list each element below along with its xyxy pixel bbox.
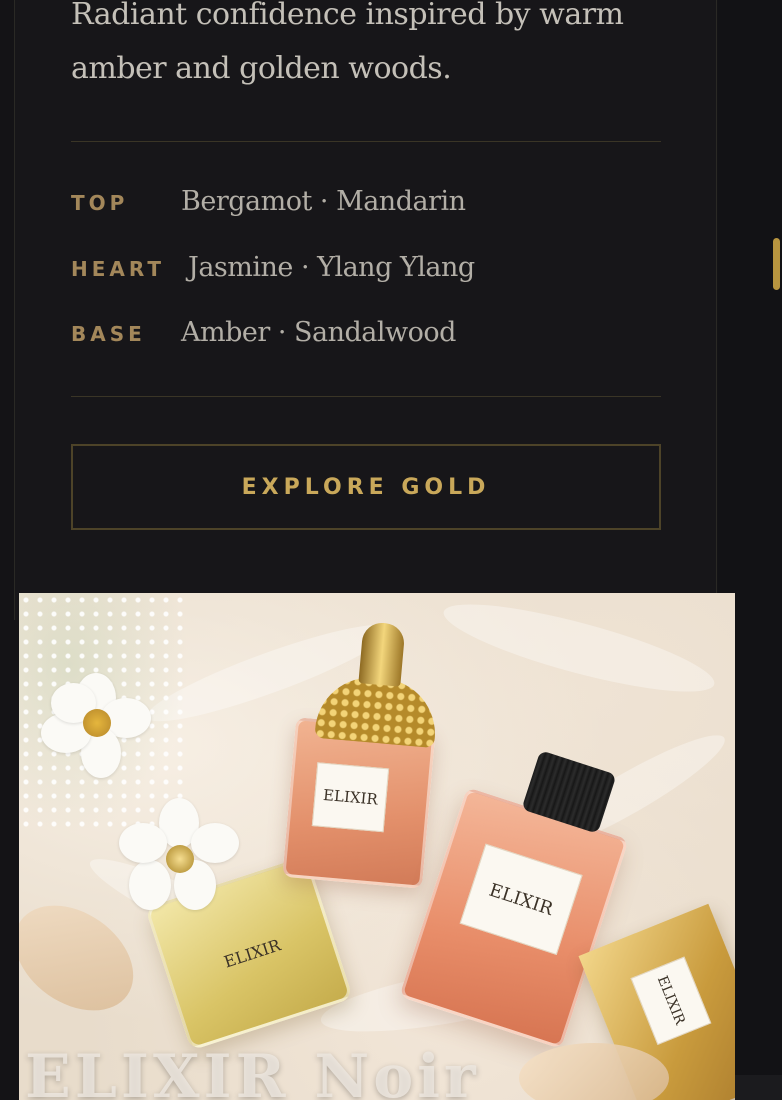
note-value-top: Bergamot · Mandarin: [181, 186, 466, 217]
box-label: ELIXIR: [630, 956, 712, 1046]
note-label-base: BASE: [71, 322, 146, 346]
divider-top: [71, 141, 661, 142]
note-label-top: TOP: [71, 191, 129, 215]
note-row-top: TOP Bergamot · Mandarin: [71, 186, 466, 217]
daisy-cap-icon: [119, 798, 239, 918]
divider-bottom: [71, 396, 661, 397]
daisy-flower-icon: [41, 673, 151, 783]
note-row-heart: HEART Jasmine · Ylang Ylang: [71, 252, 475, 283]
brand-title-overlay: ELIXIR Noir: [25, 1042, 480, 1100]
bottle-label-yellow: ELIXIR: [221, 934, 283, 972]
gold-stopper-icon: [358, 621, 406, 687]
page-footer-edge: [735, 1075, 782, 1100]
note-value-heart: Jasmine · Ylang Ylang: [188, 252, 475, 283]
note-value-base: Amber · Sandalwood: [181, 317, 456, 348]
bottle-label-center: ELIXIR: [311, 762, 390, 833]
product-photo: ELIXIR ELIXIR ELIXIR ELIXIR ELIXIR Noir: [19, 593, 735, 1100]
product-description: Radiant confidence inspired by warm ambe…: [71, 0, 624, 86]
note-label-heart: HEART: [71, 257, 166, 281]
scrollbar-thumb[interactable]: [773, 238, 780, 290]
note-row-base: BASE Amber · Sandalwood: [71, 317, 456, 348]
bottle-label-right: ELIXIR: [459, 843, 583, 955]
explore-gold-button[interactable]: EXPLORE GOLD: [71, 444, 661, 530]
